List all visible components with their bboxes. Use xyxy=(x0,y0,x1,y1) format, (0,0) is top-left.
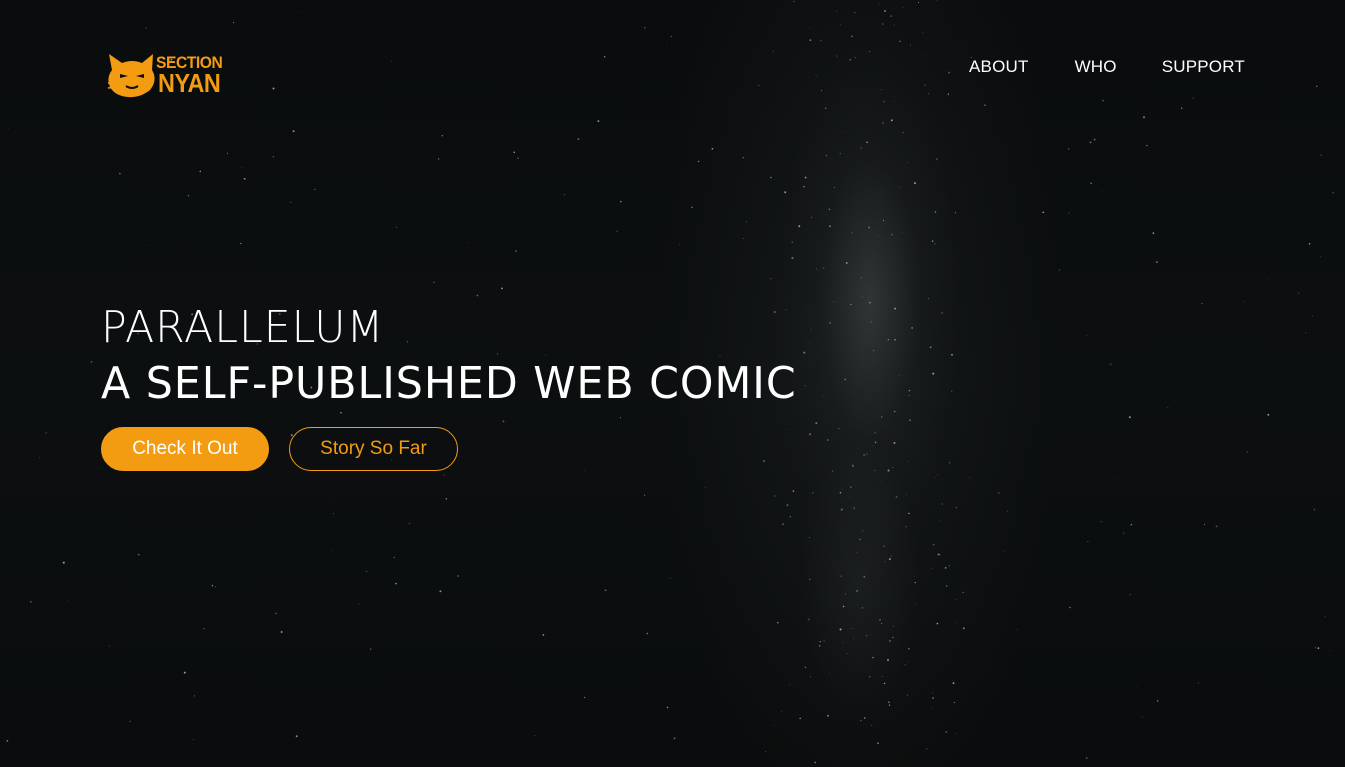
nav-link-who[interactable]: WHO xyxy=(1075,57,1117,77)
nav-link-support[interactable]: SUPPORT xyxy=(1162,57,1245,77)
site-logo[interactable]: SECTION NYAN xyxy=(106,50,252,100)
story-so-far-button[interactable]: Story So Far xyxy=(289,427,458,471)
check-it-out-button[interactable]: Check It Out xyxy=(101,427,269,471)
nav-link-about[interactable]: ABOUT xyxy=(969,57,1029,77)
logo-text-nyan: NYAN xyxy=(158,68,221,98)
hero-title: PARALLELUM xyxy=(101,302,385,353)
hero-subtitle: A SELF-PUBLISHED WEB COMIC xyxy=(101,358,797,409)
cat-head-icon xyxy=(107,54,155,98)
hero-section: PARALLELUM A SELF-PUBLISHED WEB COMIC xyxy=(101,300,818,412)
main-nav: ABOUT WHO SUPPORT xyxy=(969,57,1245,77)
hero-buttons: Check It Out Story So Far xyxy=(101,427,458,471)
site-header: SECTION NYAN ABOUT WHO SUPPORT xyxy=(0,0,1345,130)
